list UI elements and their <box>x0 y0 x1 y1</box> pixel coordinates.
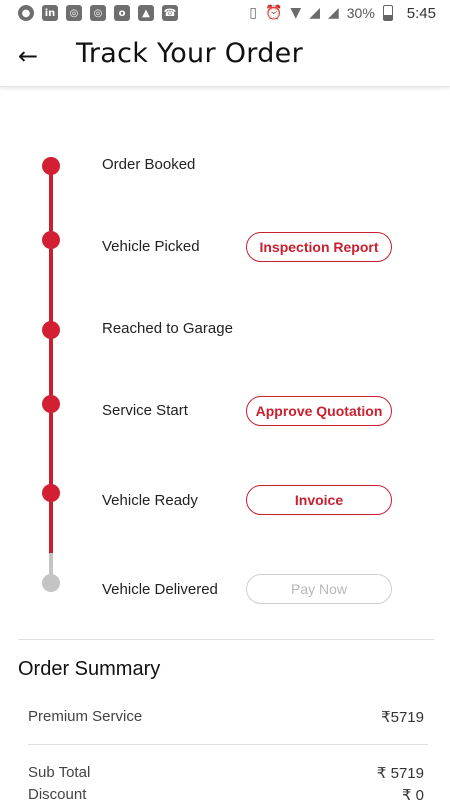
step-label-vehicle-picked: Vehicle Picked <box>102 238 200 255</box>
invoice-button[interactable]: Invoice <box>246 485 392 515</box>
order-timeline: Order Booked Vehicle Picked Inspection R… <box>0 86 450 646</box>
order-summary-title: Order Summary <box>18 658 161 680</box>
step-dot-vehicle-delivered <box>42 574 60 592</box>
clock: 5:45 <box>406 4 436 22</box>
step-dot-reached-garage <box>42 321 60 339</box>
step-dot-service-start <box>42 395 60 413</box>
step-label-order-booked: Order Booked <box>102 156 196 173</box>
pay-now-button[interactable]: Pay Now <box>246 574 392 604</box>
gallery-icon: ▲ <box>138 5 154 21</box>
summary-divider <box>28 744 428 745</box>
summary-item-amount: ₹5719 <box>381 709 424 726</box>
step-dot-vehicle-ready <box>42 484 60 502</box>
step-label-reached-garage: Reached to Garage <box>102 320 233 337</box>
alarm-icon: ⏰ <box>264 5 283 21</box>
step-dot-vehicle-picked <box>42 231 60 249</box>
outlook-icon: o <box>114 5 130 21</box>
step-label-vehicle-delivered: Vehicle Delivered <box>102 581 218 598</box>
battery-percent: 30% <box>346 5 375 21</box>
section-divider <box>18 639 434 640</box>
instagram-icon: ◎ <box>90 5 106 21</box>
discount-row: Discount ₹ 0 <box>28 786 424 804</box>
timeline-line <box>49 166 53 580</box>
subtotal-amount: ₹ 5719 <box>376 765 424 782</box>
phone-icon: ☎ <box>162 5 178 21</box>
summary-item-row: Premium Service ₹5719 <box>28 708 424 726</box>
discount-amount: ₹ 0 <box>401 787 424 804</box>
subtotal-row: Sub Total ₹ 5719 <box>28 764 424 782</box>
inspection-report-button[interactable]: Inspection Report <box>246 232 392 262</box>
approve-quotation-button[interactable]: Approve Quotation <box>246 396 392 426</box>
notification-icons: ● in ◎ ◎ o ▲ ☎ <box>18 5 178 21</box>
back-arrow-icon[interactable]: ← <box>18 42 38 70</box>
summary-item-label: Premium Service <box>28 708 143 725</box>
instagram-icon: ◎ <box>66 5 82 21</box>
subtotal-label: Sub Total <box>28 764 91 781</box>
page-title: Track Your Order <box>76 38 303 69</box>
system-icons: ▯ ⏰ ▼ ◢ ◢ 30% 5:45 <box>249 5 436 22</box>
app-bar: ← Track Your Order <box>0 26 450 87</box>
record-icon: ● <box>18 5 34 21</box>
vibrate-icon: ▯ <box>249 5 257 21</box>
step-label-service-start: Service Start <box>102 402 188 419</box>
linkedin-icon: in <box>42 5 58 21</box>
signal-icon: ◢ <box>309 5 320 21</box>
discount-label: Discount <box>28 786 87 803</box>
battery-icon <box>382 5 393 21</box>
wifi-icon: ▼ <box>290 5 302 21</box>
status-bar: ● in ◎ ◎ o ▲ ☎ ▯ ⏰ ▼ ◢ ◢ 30% 5:45 <box>0 0 450 26</box>
step-dot-order-booked <box>42 157 60 175</box>
step-label-vehicle-ready: Vehicle Ready <box>102 492 198 509</box>
signal-icon-2: ◢ <box>327 5 339 21</box>
